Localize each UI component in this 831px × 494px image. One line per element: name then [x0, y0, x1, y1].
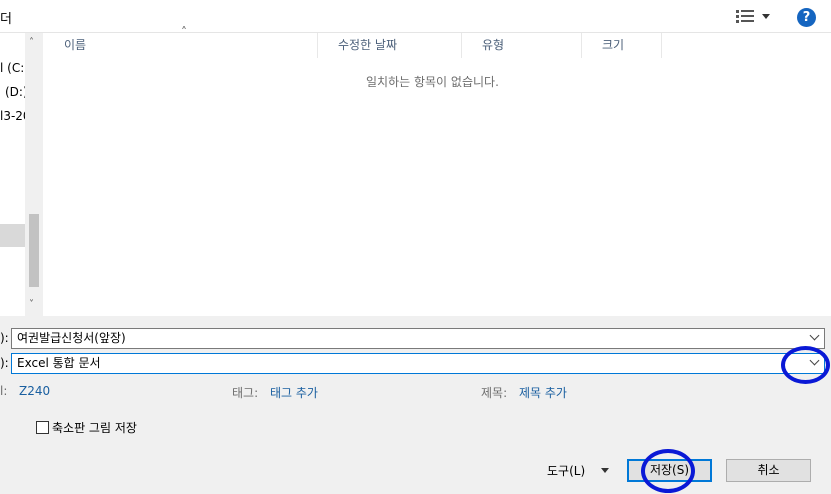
sort-arrow-icon: ˄	[181, 25, 187, 39]
chevron-down-icon	[762, 14, 770, 19]
toolbar: 더 ?	[0, 0, 831, 33]
nav-scrollbar[interactable]: ˄ ˅	[25, 33, 43, 316]
tools-button[interactable]: 도구(L)	[547, 462, 585, 479]
help-icon[interactable]: ?	[797, 8, 816, 27]
tags-value[interactable]: 태그 추가	[270, 384, 318, 401]
filename-label: ):	[0, 331, 9, 345]
annotation-circle-save-button	[641, 449, 695, 493]
scroll-down-icon[interactable]: ˅	[29, 299, 34, 310]
title-value[interactable]: 제목 추가	[519, 384, 567, 401]
scroll-up-icon[interactable]: ˄	[29, 37, 34, 48]
title-label: 제목:	[481, 386, 508, 400]
file-list: 이름 수정한 날짜 유형 크기 ˄ 일치하는 항목이 없습니다.	[44, 25, 831, 316]
author-value[interactable]: Z240	[19, 384, 50, 398]
chevron-down-icon[interactable]	[601, 468, 609, 473]
empty-list-message: 일치하는 항목이 없습니다.	[366, 75, 499, 89]
annotation-circle-filetype-dropdown	[781, 346, 830, 384]
filename-field[interactable]: 여권발급신청서(앞장)	[11, 328, 825, 349]
chevron-down-icon[interactable]	[809, 330, 820, 341]
checkbox-icon[interactable]	[36, 421, 49, 434]
author-label: l:	[0, 384, 8, 398]
view-options-icon	[736, 10, 754, 23]
nav-selected-item[interactable]	[0, 224, 25, 247]
column-header-type[interactable]: 유형	[462, 33, 582, 58]
view-options-button[interactable]	[734, 8, 774, 26]
filename-value[interactable]: 여권발급신청서(앞장)	[17, 331, 126, 345]
filetype-label: ):	[0, 356, 9, 370]
cancel-button[interactable]: 취소	[726, 459, 811, 482]
filetype-value[interactable]: Excel 통합 문서	[17, 356, 101, 370]
tags-label: 태그:	[232, 386, 259, 400]
thumbnail-checkbox-label[interactable]: 축소판 그림 저장	[52, 419, 137, 436]
dialog-title: 더	[0, 12, 12, 27]
scrollbar-thumb[interactable]	[29, 214, 39, 287]
filetype-select[interactable]: Excel 통합 문서	[11, 353, 825, 374]
column-header-size[interactable]: 크기	[582, 33, 662, 58]
column-header-modified[interactable]: 수정한 날짜	[318, 33, 462, 58]
